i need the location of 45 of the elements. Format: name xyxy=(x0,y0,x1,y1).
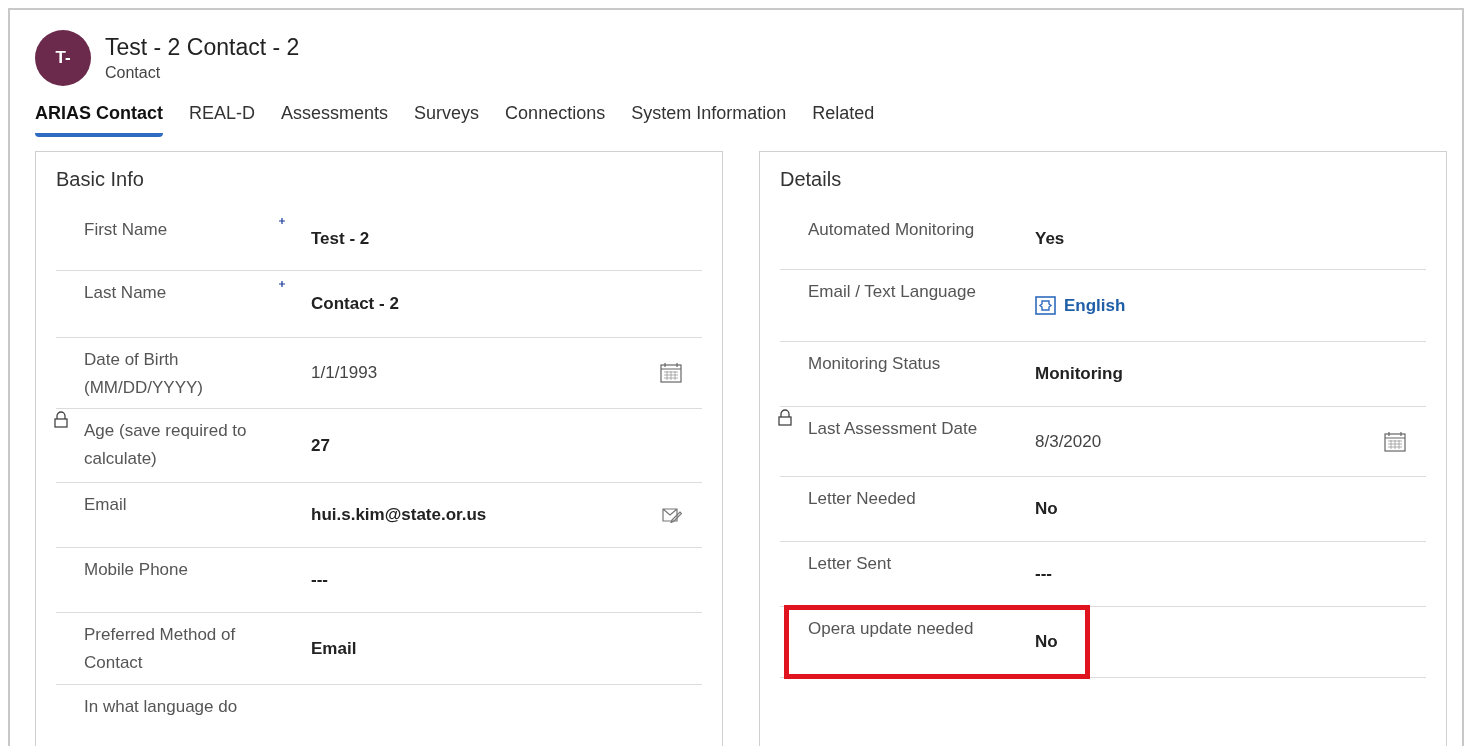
field-label: Date of Birth (MM/DD/YYYY) xyxy=(84,349,204,399)
field-value: Email xyxy=(311,637,357,660)
field-label: Automated Monitoring xyxy=(808,219,975,241)
field-label: Email xyxy=(84,494,127,516)
field-label: In what language do xyxy=(84,696,238,718)
field-value: hui.s.kim@state.or.us xyxy=(311,504,487,527)
field-label: Letter Sent xyxy=(808,553,892,575)
email-icon[interactable] xyxy=(662,507,682,523)
field-label: Mobile Phone xyxy=(84,559,188,581)
field-value: --- xyxy=(311,569,328,592)
field-label: Letter Needed xyxy=(808,488,916,510)
field-value: No xyxy=(1035,631,1058,654)
calendar-icon[interactable] xyxy=(660,363,682,383)
record-title: Test - 2 Contact - 2 xyxy=(105,33,300,62)
field-value: 27 xyxy=(311,434,330,457)
field-label: Preferred Method of Contact xyxy=(84,624,237,674)
tab[interactable]: REAL-D xyxy=(189,100,256,137)
field-value: Monitoring xyxy=(1035,363,1123,386)
lookup-link[interactable]: English xyxy=(1035,292,1126,319)
field-value: Test - 2 xyxy=(311,228,370,251)
field-value: --- xyxy=(1035,563,1052,586)
field-label: Email / Text Language xyxy=(808,281,976,303)
field-label: Opera update needed xyxy=(808,618,974,640)
field-label: Age (save required to calculate) xyxy=(84,420,248,470)
avatar: T- xyxy=(35,30,91,86)
section-title: Basic Info xyxy=(56,167,144,192)
tab[interactable]: Connections xyxy=(505,100,606,137)
field-label: First Name xyxy=(84,219,168,241)
field-value: Contact - 2 xyxy=(311,293,399,316)
field-label: Monitoring Status xyxy=(808,353,941,375)
field-value: No xyxy=(1035,498,1058,521)
section-title: Details xyxy=(780,167,842,192)
field-label: Last Assessment Date xyxy=(808,418,978,440)
calendar-icon[interactable] xyxy=(1384,431,1406,452)
field-value: 8/3/2020 xyxy=(1035,430,1102,453)
tab[interactable]: System Information xyxy=(631,100,787,137)
tab[interactable]: Surveys xyxy=(414,100,480,137)
field-value: 1/1/1993 xyxy=(311,362,378,385)
entity-type: Contact xyxy=(105,63,162,83)
tab[interactable]: ARIAS Contact xyxy=(35,100,163,137)
field-label: Last Name xyxy=(84,282,167,304)
tab[interactable]: Related xyxy=(812,100,875,137)
lookup-icon xyxy=(1035,296,1056,315)
field-value: Yes xyxy=(1035,227,1065,250)
tab[interactable]: Assessments xyxy=(281,100,389,137)
